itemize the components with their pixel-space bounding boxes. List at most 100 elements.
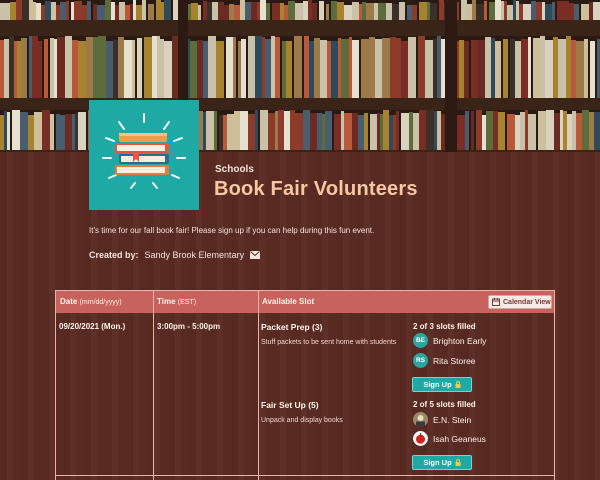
book-spine: [142, 0, 146, 20]
book-spine: [17, 41, 21, 98]
book-spine: [553, 37, 558, 98]
book-spine: [519, 4, 523, 20]
book-spine: [219, 115, 223, 152]
book-spine: [248, 114, 255, 152]
book-spine: [16, 0, 22, 20]
book-spine: [576, 113, 582, 152]
book-spine: [589, 2, 593, 20]
book-spine: [28, 115, 34, 152]
category-label: Schools: [215, 164, 254, 175]
book-spine: [255, 36, 262, 98]
book-spine: [14, 41, 17, 98]
book-spine: [149, 37, 152, 98]
book-spine: [271, 36, 275, 98]
book-spine: [538, 111, 546, 152]
book-spine: [467, 4, 472, 20]
book-spine: [152, 36, 157, 98]
book-stack-logo: [89, 100, 199, 210]
slots-filled: 2 of 3 slots filled: [413, 322, 476, 331]
book-spine: [401, 41, 408, 98]
book-spine: [491, 38, 495, 98]
book-spine: [262, 37, 265, 98]
book-spine: [495, 0, 501, 20]
table-header: Date (mm/dd/yyyy) Time (EST) Available S…: [56, 291, 554, 313]
book-spine: [352, 113, 358, 152]
mail-icon[interactable]: [250, 251, 261, 259]
book-spine: [482, 115, 486, 152]
book-spine: [464, 41, 469, 98]
book-spine: [51, 2, 56, 20]
book-spine: [327, 41, 331, 98]
book-spine: [425, 40, 433, 98]
book-spine: [337, 2, 344, 20]
book-spine: [45, 1, 51, 20]
book-spine: [234, 5, 240, 20]
book-spine: [471, 40, 478, 98]
book-spine: [75, 113, 78, 152]
book-spine: [554, 113, 560, 152]
book-spine: [22, 0, 29, 20]
book-spine: [265, 39, 271, 98]
book-spine: [268, 113, 275, 152]
book-spine: [361, 39, 369, 98]
book-spine: [29, 36, 32, 98]
book-spine: [272, 3, 280, 20]
book-spine: [97, 5, 105, 20]
book-spine: [383, 110, 389, 152]
book-spine: [137, 38, 142, 98]
lock-icon: [455, 459, 461, 466]
book-spine: [370, 114, 377, 152]
book-spine: [203, 1, 207, 20]
book-spine: [507, 114, 515, 152]
book-spine: [72, 40, 78, 98]
sign-up-button[interactable]: Sign Up: [412, 455, 472, 470]
book-spine: [563, 111, 567, 152]
book-spine: [208, 36, 216, 98]
book-spine: [44, 39, 48, 98]
book-spine: [359, 4, 362, 20]
calendar-view-button[interactable]: Calendar View: [488, 295, 552, 309]
book-spine: [65, 36, 72, 98]
volunteer-name: Brighton Early: [433, 335, 487, 346]
book-spine: [164, 0, 171, 20]
book-spine: [471, 111, 474, 152]
book-spine: [380, 114, 383, 152]
book-spine: [590, 41, 595, 98]
book-spine: [341, 111, 344, 152]
book-spine: [4, 111, 7, 152]
volunteer-name: Rita Storee: [433, 355, 476, 366]
creator-name[interactable]: Sandy Brook Elementary: [145, 250, 245, 260]
book-spine: [576, 41, 584, 98]
book-spine: [358, 115, 364, 152]
volunteer-name: Isah Geaneus: [433, 433, 486, 444]
book-spine: [366, 3, 374, 20]
book-spine: [536, 2, 542, 20]
book-spine: [203, 112, 206, 152]
book-spine: [275, 37, 280, 98]
book-spine: [33, 2, 36, 20]
book-spine: [540, 36, 545, 98]
book-spine: [260, 0, 266, 20]
book-spine: [233, 37, 236, 98]
photo-avatar-icon: [413, 412, 428, 427]
book-spine: [584, 39, 588, 98]
book-spine: [426, 110, 434, 152]
book-spine: [144, 37, 149, 98]
book-spine: [260, 110, 268, 152]
sign-up-button[interactable]: Sign Up: [412, 377, 472, 392]
book-spine: [245, 2, 251, 20]
book-spine: [199, 111, 203, 152]
book-spine: [125, 5, 130, 20]
book-spine: [257, 2, 260, 20]
book-spine: [427, 2, 430, 20]
book-spine: [374, 3, 378, 20]
book-spine: [164, 41, 172, 98]
book-spine: [392, 4, 399, 20]
book-spine: [197, 40, 203, 98]
book-spine: [206, 111, 214, 152]
book-spine: [396, 38, 401, 98]
book-spine: [593, 2, 600, 20]
book-spine: [441, 39, 445, 98]
book-spine: [396, 111, 399, 152]
book-spine: [203, 41, 208, 98]
